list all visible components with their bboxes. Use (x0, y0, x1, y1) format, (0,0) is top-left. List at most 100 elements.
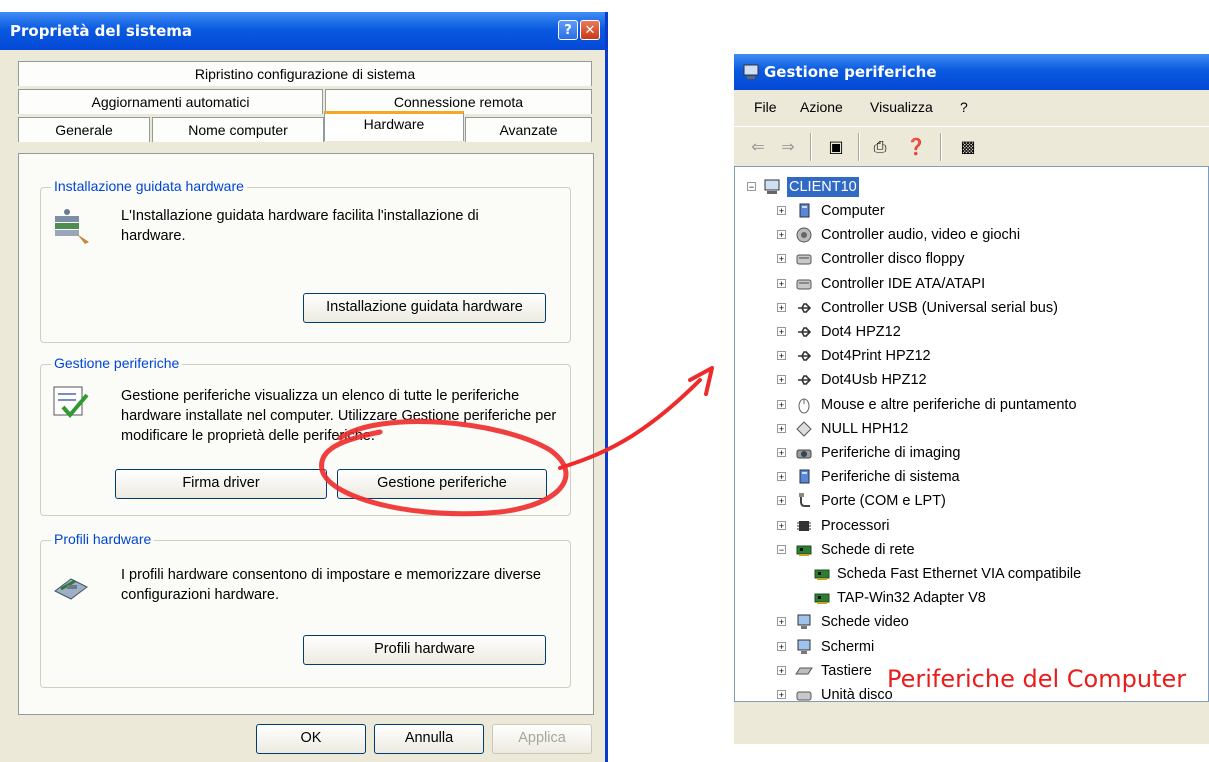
camera-icon (796, 449, 812, 459)
forward-arrow-icon[interactable]: ⇒ (776, 135, 800, 159)
tree-item-label: Computer (821, 203, 885, 219)
tree-item-label: Dot4Print HPZ12 (821, 348, 931, 365)
properties-view-icon[interactable]: ▣ (824, 135, 848, 159)
expand-icon[interactable]: + (777, 351, 786, 361)
network-card-icon (814, 593, 830, 605)
menu-azione[interactable]: Azione (800, 99, 843, 115)
tab-generale[interactable]: Generale (18, 117, 150, 142)
tab-nome-computer[interactable]: Nome computer (152, 117, 324, 142)
device-manager-title-bar: Gestione periferiche (734, 54, 1209, 90)
tree-item-label: Schermi (821, 638, 875, 655)
dialog-title: Proprietà del sistema (10, 22, 193, 40)
device-manager-window: Gestione periferiche File Azione Visuali… (734, 54, 1209, 744)
expand-icon[interactable]: + (777, 254, 786, 264)
wizard-description: L'Installazione guidata hardware facilit… (121, 208, 479, 244)
expand-icon[interactable]: + (777, 375, 786, 385)
usb-icon (798, 375, 812, 386)
group-title-wizard: Installazione guidata hardware (51, 178, 247, 194)
usb-icon (798, 351, 812, 361)
tree-item-label: Processori (821, 517, 890, 534)
hardware-profiles-button[interactable]: Profili hardware (303, 635, 546, 665)
computer-icon (764, 179, 780, 194)
expand-icon[interactable]: + (777, 520, 786, 530)
print-icon[interactable]: ⎙ (868, 135, 892, 159)
tree-item-label: TAP-Win32 Adapter V8 (837, 590, 986, 607)
computer-icon (799, 203, 810, 218)
system-properties-dialog: Proprietà del sistema ? ✕ Ripristino con… (0, 12, 608, 762)
tree-item-label: Controller audio, video e giochi (821, 227, 1021, 244)
device-manager-button[interactable]: Gestione periferiche (337, 469, 547, 499)
group-title-devmgr: Gestione periferiche (51, 355, 183, 371)
help-icon[interactable]: ❓ (904, 135, 928, 159)
display-adapter-icon (797, 614, 811, 630)
devmgr-description: Gestione periferiche visualizza un elenc… (121, 388, 557, 444)
tree-item-label: Periferiche di sistema (821, 469, 960, 486)
system-device-icon (799, 469, 810, 484)
tab-avanzate[interactable]: Avanzate (465, 117, 592, 142)
collapse-icon[interactable]: − (747, 182, 756, 192)
expand-icon[interactable]: + (777, 472, 786, 482)
tab-hardware[interactable]: Hardware (324, 111, 464, 141)
help-button[interactable]: ? (558, 20, 578, 40)
tree-item-label: Mouse e altre periferiche di puntamento (821, 396, 1077, 413)
group-hardware-profiles: Profili hardware I profili hardware cons… (40, 531, 571, 688)
hardware-wizard-button[interactable]: Installazione guidata hardware (303, 293, 546, 323)
tree-item-label: Periferiche di imaging (821, 445, 961, 461)
expand-icon[interactable]: + (777, 302, 786, 312)
keyboard-icon (795, 667, 813, 675)
expand-icon[interactable]: + (777, 665, 786, 675)
menu-help[interactable]: ? (960, 99, 968, 115)
floppy-controller-icon (796, 254, 812, 265)
diamond-icon (796, 421, 812, 437)
tab-ripristino[interactable]: Ripristino configurazione di sistema (18, 61, 592, 86)
ok-button[interactable]: OK (256, 724, 366, 754)
toolbar: ⇐ ⇒ ▣ ⎙ ❓ ▩ (734, 126, 1209, 167)
expand-icon[interactable]: + (777, 641, 786, 651)
scan-hardware-icon[interactable]: ▩ (956, 135, 980, 159)
device-tree[interactable]: − CLIENT10 + Computer + Controller audio, v… (734, 166, 1209, 702)
toolbar-separator (858, 133, 860, 161)
tab-aggiornamenti[interactable]: Aggiornamenti automatici (18, 89, 323, 114)
status-bar (734, 702, 1209, 744)
menu-visualizza[interactable]: Visualizza (870, 99, 933, 115)
hardware-wizard-icon (55, 209, 89, 244)
menu-file[interactable]: File (754, 99, 777, 115)
apply-button[interactable]: Applica (492, 724, 592, 754)
expand-icon[interactable]: + (777, 448, 786, 458)
mouse-icon (798, 398, 810, 414)
tree-item-label: Schede di rete (821, 541, 915, 558)
tree-root-label: CLIENT10 (787, 177, 859, 197)
cancel-button[interactable]: Annulla (374, 724, 484, 754)
close-button[interactable]: ✕ (580, 20, 600, 40)
tree-item-label: Tastiere (821, 662, 872, 679)
network-card-icon (796, 545, 812, 556)
tree-item-label: Unità disco (821, 687, 893, 702)
expand-icon[interactable]: + (777, 206, 786, 216)
hardware-profiles-icon (54, 578, 88, 600)
group-hardware-wizard: Installazione guidata hardware L'Install… (40, 178, 571, 343)
expand-icon[interactable]: + (777, 399, 786, 409)
group-device-manager: Gestione periferiche Gestione periferich… (40, 355, 571, 516)
back-arrow-icon[interactable]: ⇐ (746, 135, 770, 159)
expand-icon[interactable]: + (777, 230, 786, 240)
expand-icon[interactable]: + (777, 496, 786, 506)
ide-controller-icon (796, 279, 812, 290)
processor-icon (797, 520, 811, 531)
audio-icon (796, 227, 812, 243)
expand-icon[interactable]: + (777, 327, 786, 337)
tree-item-label: Dot4 HPZ12 (821, 324, 901, 340)
device-manager-title: Gestione periferiche (764, 63, 937, 81)
expand-icon[interactable]: + (777, 278, 786, 288)
tree-item-label: Controller disco floppy (821, 251, 965, 268)
expand-icon[interactable]: + (777, 617, 786, 627)
driver-signing-button[interactable]: Firma driver (115, 469, 327, 499)
group-title-profiles: Profili hardware (51, 531, 155, 547)
expand-icon[interactable]: + (777, 690, 786, 700)
disk-drive-icon (796, 691, 812, 701)
usb-icon (798, 327, 812, 337)
tree-item-label: Porte (COM e LPT) (821, 493, 946, 510)
expand-icon[interactable]: + (777, 423, 786, 433)
collapse-icon[interactable]: − (777, 544, 786, 554)
device-manager-icon (53, 386, 89, 419)
dialog-title-bar: Proprietà del sistema (0, 12, 605, 50)
